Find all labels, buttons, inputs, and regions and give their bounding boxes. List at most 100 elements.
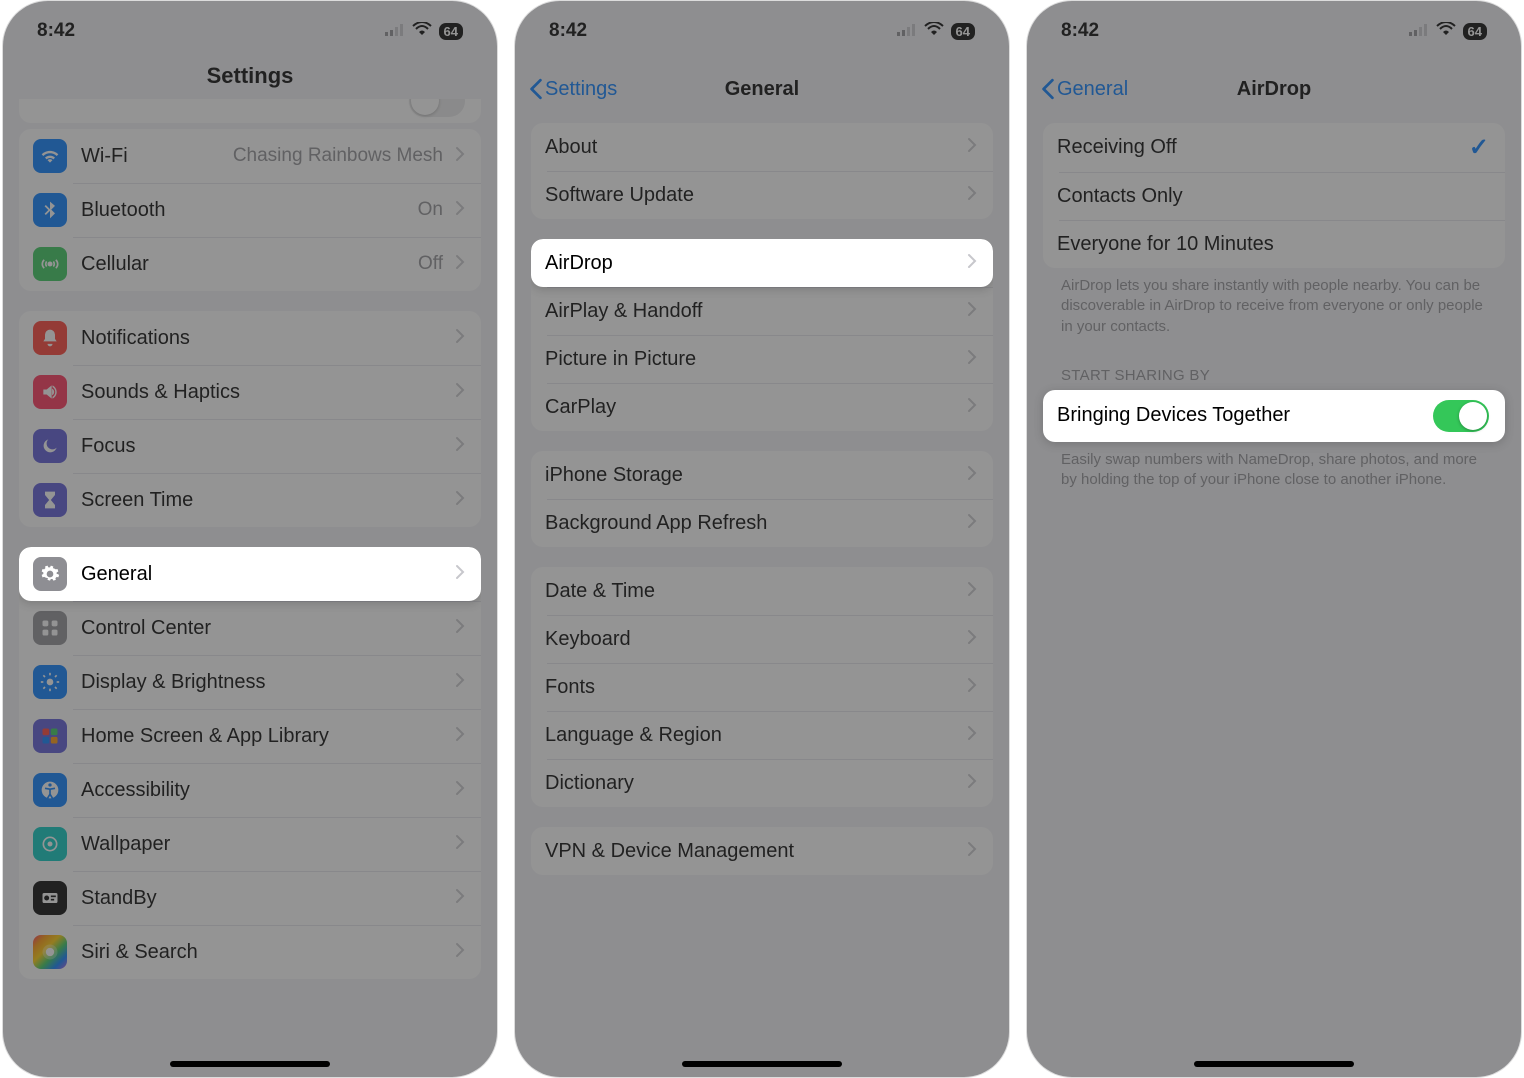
row-label: VPN & Device Management: [545, 840, 794, 863]
chevron-right-icon: [455, 382, 465, 403]
chevron-right-icon: [967, 841, 977, 862]
row-fonts[interactable]: Fonts: [531, 663, 993, 711]
chevron-right-icon: [967, 349, 977, 370]
cellular-icon: [33, 247, 67, 281]
row-bringing-devices[interactable]: Bringing Devices Together: [1043, 390, 1505, 442]
row-language-region[interactable]: Language & Region: [531, 711, 993, 759]
row-value: On: [418, 199, 443, 221]
row-label: iPhone Storage: [545, 464, 683, 487]
row-general[interactable]: General: [19, 547, 481, 601]
chevron-right-icon: [967, 465, 977, 486]
row-label: StandBy: [81, 887, 157, 910]
back-button[interactable]: General: [1041, 78, 1128, 101]
row-focus[interactable]: Focus: [19, 419, 481, 473]
row-bluetooth[interactable]: Bluetooth On: [19, 183, 481, 237]
row-background-app-refresh[interactable]: Background App Refresh: [531, 499, 993, 547]
row-carplay[interactable]: CarPlay: [531, 383, 993, 431]
row-screen-time[interactable]: Screen Time: [19, 473, 481, 527]
row-label: Background App Refresh: [545, 512, 767, 535]
wifi-icon: [412, 20, 432, 42]
row-keyboard[interactable]: Keyboard: [531, 615, 993, 663]
option-receiving-off[interactable]: Receiving Off✓: [1043, 123, 1505, 172]
grid-icon: [33, 719, 67, 753]
row-dictionary[interactable]: Dictionary: [531, 759, 993, 807]
controlcenter-icon: [33, 611, 67, 645]
row-vpn-device-management[interactable]: VPN & Device Management: [531, 827, 993, 875]
page-title: Settings: [3, 61, 497, 99]
options-footer: AirDrop lets you share instantly with pe…: [1043, 268, 1505, 341]
row-label: AirPlay & Handoff: [545, 300, 703, 323]
row-label: Software Update: [545, 184, 694, 207]
row-airdrop[interactable]: AirDrop: [531, 239, 993, 287]
row-label: Language & Region: [545, 724, 722, 747]
row-control-center[interactable]: Control Center: [19, 601, 481, 655]
bell-icon: [33, 321, 67, 355]
chevron-right-icon: [455, 564, 465, 585]
status-bar: 8:42 64: [3, 1, 497, 61]
status-time: 8:42: [549, 20, 587, 42]
row-wallpaper[interactable]: Wallpaper: [19, 817, 481, 871]
status-bar: 8:42 64: [1027, 1, 1521, 61]
row-about[interactable]: About: [531, 123, 993, 171]
chevron-right-icon: [967, 725, 977, 746]
moon-icon: [33, 429, 67, 463]
wifi-icon: [33, 139, 67, 173]
back-button[interactable]: Settings: [529, 78, 617, 101]
section-header-sharing: START SHARING BY: [1043, 341, 1505, 390]
row-date-time[interactable]: Date & Time: [531, 567, 993, 615]
row-display-brightness[interactable]: Display & Brightness: [19, 655, 481, 709]
option-contacts-only[interactable]: Contacts Only: [1043, 172, 1505, 220]
toggle-label: Bringing Devices Together: [1057, 404, 1290, 427]
row-value: Off: [418, 253, 443, 275]
row-picture-in-picture[interactable]: Picture in Picture: [531, 335, 993, 383]
nav-header: Settings General: [515, 61, 1009, 117]
page-title: General: [725, 78, 799, 101]
row-label: Wi-Fi: [81, 145, 128, 168]
row-home-screen-app-library[interactable]: Home Screen & App Library: [19, 709, 481, 763]
row-label: Display & Brightness: [81, 671, 266, 694]
row-siri-search[interactable]: Siri & Search: [19, 925, 481, 979]
chevron-right-icon: [967, 301, 977, 322]
back-label: General: [1057, 78, 1128, 101]
chevron-right-icon: [455, 328, 465, 349]
status-bar: 8:42 64: [515, 1, 1009, 61]
row-label: About: [545, 136, 597, 159]
row-airplay-handoff[interactable]: AirPlay & Handoff: [531, 287, 993, 335]
row-sounds-haptics[interactable]: Sounds & Haptics: [19, 365, 481, 419]
chevron-right-icon: [455, 834, 465, 855]
row-value: Chasing Rainbows Mesh: [233, 145, 443, 167]
battery-icon: 64: [1463, 23, 1487, 40]
row-label: Home Screen & App Library: [81, 725, 329, 748]
row-notifications[interactable]: Notifications: [19, 311, 481, 365]
row-cellular[interactable]: Cellular Off: [19, 237, 481, 291]
hourglass-icon: [33, 483, 67, 517]
chevron-right-icon: [967, 773, 977, 794]
row-software-update[interactable]: Software Update: [531, 171, 993, 219]
row-label: Picture in Picture: [545, 348, 696, 371]
row-label: Bluetooth: [81, 199, 166, 222]
row-label: Cellular: [81, 253, 149, 276]
row-label: Accessibility: [81, 779, 190, 802]
row-label: Dictionary: [545, 772, 634, 795]
chevron-right-icon: [967, 253, 977, 274]
option-label: Everyone for 10 Minutes: [1057, 233, 1274, 256]
toggle-bringing-devices[interactable]: [1433, 400, 1489, 432]
phone-general: 8:42 64 Settings General About Software U…: [514, 0, 1010, 1078]
row-standby[interactable]: StandBy: [19, 871, 481, 925]
option-everyone-for-10-minutes[interactable]: Everyone for 10 Minutes: [1043, 220, 1505, 268]
wifi-icon: [1436, 20, 1456, 42]
standby-icon: [33, 881, 67, 915]
back-label: Settings: [545, 78, 617, 101]
row-label: Keyboard: [545, 628, 631, 651]
chevron-right-icon: [967, 185, 977, 206]
row-label: CarPlay: [545, 396, 616, 419]
chevron-right-icon: [455, 888, 465, 909]
row-accessibility[interactable]: Accessibility: [19, 763, 481, 817]
home-indicator: [682, 1061, 842, 1067]
row-iphone-storage[interactable]: iPhone Storage: [531, 451, 993, 499]
partial-row-above: [19, 99, 481, 123]
row-label: Focus: [81, 435, 135, 458]
option-label: Contacts Only: [1057, 185, 1183, 208]
row-label: Fonts: [545, 676, 595, 699]
row-wi-fi[interactable]: Wi-Fi Chasing Rainbows Mesh: [19, 129, 481, 183]
